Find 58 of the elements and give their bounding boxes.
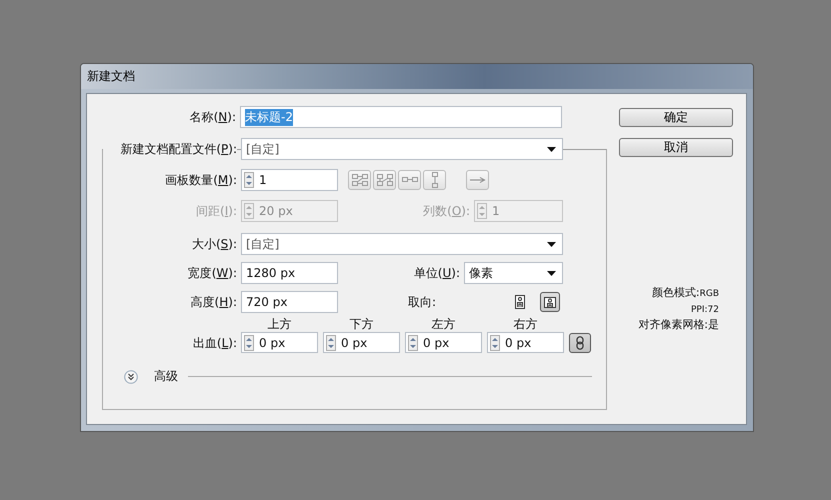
artboard-count-field[interactable]: 1 (241, 169, 338, 191)
field-label: 列数(O): (422, 202, 470, 220)
column-layout-icon (430, 172, 440, 188)
dialog-button[interactable]: 确定 (619, 108, 733, 127)
field-label: 出血(L): (192, 335, 237, 352)
field-label: 画板数量(M): (164, 172, 237, 188)
dialog-button[interactable]: 取消 (619, 138, 733, 157)
arrow-icon (470, 177, 486, 183)
section-label: 高级 (154, 368, 178, 385)
info-text: 颜色模式:RGB (652, 286, 719, 299)
bleed-field[interactable]: 0 px (405, 332, 482, 353)
field-label: 单位(U): (412, 264, 460, 282)
info-text: 对齐像素网格:是 (638, 318, 719, 331)
field-label: 名称(N): (188, 108, 236, 126)
field-label: 高度(H): (190, 294, 237, 310)
caret-icon (547, 242, 556, 246)
window-title: 新建文档 (87, 68, 135, 85)
spinner-icon (244, 203, 254, 219)
bleed-heading: 下方 (350, 316, 374, 332)
bleed-heading: 左方 (432, 316, 456, 332)
bleed-heading: 上方 (268, 316, 292, 332)
size-dropdown[interactable]: [自定] (241, 233, 563, 255)
layout-button[interactable] (423, 170, 446, 190)
bleed-heading: 右方 (514, 316, 538, 332)
info-text: PPI:72 (691, 304, 719, 315)
field-label: 取向: (408, 294, 438, 310)
layout-button[interactable] (398, 170, 421, 190)
landscape-icon (544, 296, 556, 308)
spinner-icon (490, 334, 500, 350)
spinner-icon (244, 334, 254, 350)
landscape-button[interactable] (540, 292, 560, 312)
field-label: 大小(S): (190, 236, 237, 252)
bleed-field[interactable]: 0 px (241, 332, 318, 353)
caret-icon (547, 146, 556, 152)
bleed-field[interactable]: 0 px (323, 332, 400, 353)
units-dropdown[interactable]: 像素 (464, 262, 563, 284)
field-label: 间距(I): (195, 202, 237, 220)
link-button[interactable] (569, 333, 591, 353)
field-label: 新建文档配置文件(P): (103, 140, 237, 158)
portrait-icon (515, 295, 525, 309)
layout-button[interactable] (466, 170, 489, 190)
spinner-icon (477, 203, 487, 219)
layout-button[interactable] (373, 170, 396, 190)
spinner-icon (326, 334, 336, 350)
field-label: 宽度(W): (186, 264, 237, 282)
grid-icon (376, 173, 394, 187)
bleed-field[interactable]: 0 px (487, 332, 564, 353)
expand-button[interactable] (123, 368, 139, 384)
spinner-icon (244, 172, 254, 188)
profile-dropdown[interactable]: [自定] (241, 138, 563, 160)
chain-link-icon (576, 336, 584, 350)
width-field[interactable]: 1280 px (241, 262, 338, 284)
height-field[interactable]: 720 px (241, 291, 338, 313)
grid-icon (350, 173, 368, 187)
caret-icon (547, 270, 556, 276)
spinner-icon (408, 334, 418, 350)
layout-button[interactable] (348, 170, 371, 190)
chevron-icon (124, 370, 138, 384)
